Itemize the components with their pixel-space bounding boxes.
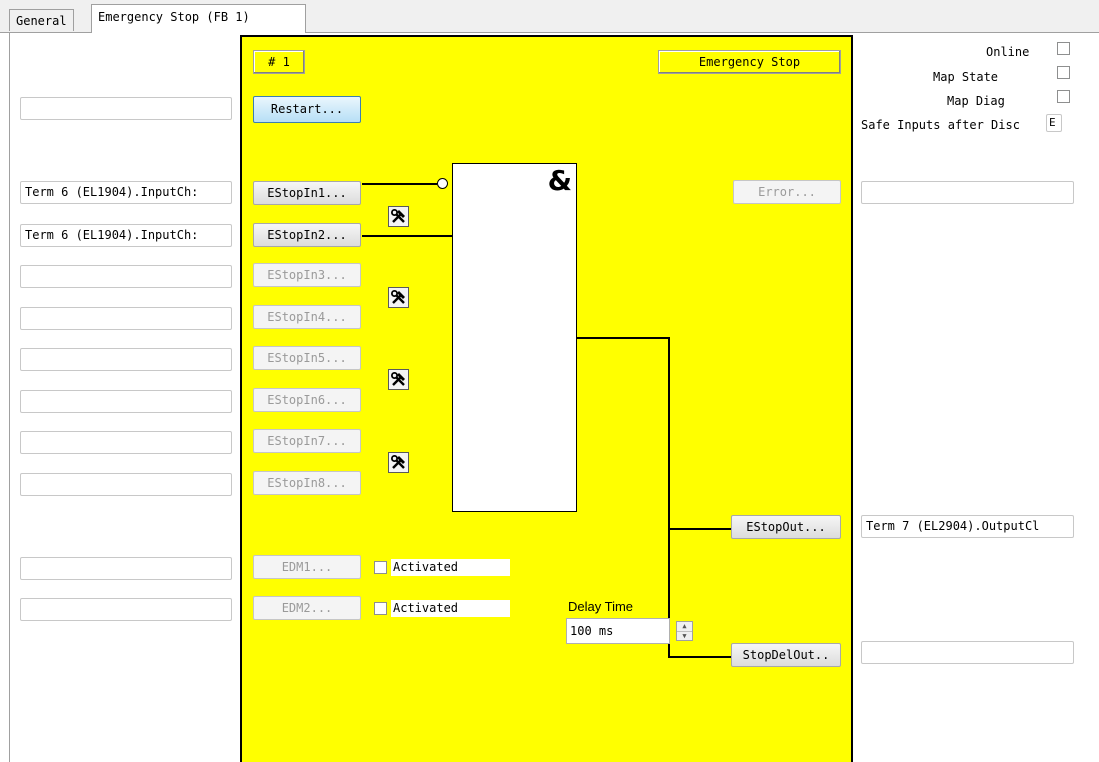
spin-down-icon[interactable]: ▼ [677,632,692,641]
estopin3-mapping-field[interactable] [20,265,232,288]
wire-stopdelout [668,656,731,658]
edm2-button[interactable]: EDM2... [253,596,361,620]
stopdelout-button[interactable]: StopDelOut.. [731,643,841,667]
negation-circle [437,178,448,189]
estopin8-button[interactable]: EStopIn8... [253,471,361,495]
safe-inputs-label: Safe Inputs after Disc [861,118,1020,132]
wire-estopin1 [362,183,437,185]
panel-left-border [9,33,10,762]
configure-pair-4-button[interactable] [388,452,409,473]
tab-bar: General Emergency Stop (FB 1) [0,0,1099,33]
estopin6-mapping-field[interactable] [20,390,232,413]
safe-inputs-select[interactable]: E [1046,114,1062,132]
hammer-wrench-icon [391,455,405,469]
edm2-mapping-field[interactable] [20,598,232,621]
error-mapping-field[interactable] [861,181,1074,204]
error-button[interactable]: Error... [733,180,841,204]
estopin5-button[interactable]: EStopIn5... [253,346,361,370]
estopin2-mapping-field[interactable]: Term 6 (EL1904).InputCh: [20,224,232,247]
wire-estopout [668,528,731,530]
delay-time-label: Delay Time [568,599,634,614]
edm2-activated-checkbox[interactable] [374,602,387,615]
edm1-button[interactable]: EDM1... [253,555,361,579]
map-state-checkbox[interactable] [1057,66,1070,79]
estopin4-button[interactable]: EStopIn4... [253,305,361,329]
configure-pair-2-button[interactable] [388,287,409,308]
edm1-mapping-field[interactable] [20,557,232,580]
configure-pair-3-button[interactable] [388,369,409,390]
wire-and-output [577,337,669,339]
map-diag-checkbox[interactable] [1057,90,1070,103]
map-state-label: Map State [933,70,999,84]
spin-up-icon[interactable]: ▲ [677,622,692,632]
edm1-activated-checkbox[interactable] [374,561,387,574]
wire-output-bus [668,337,670,657]
estopin8-mapping-field[interactable] [20,473,232,496]
block-title-label: Emergency Stop [658,50,841,74]
tab-emergency-stop[interactable]: Emergency Stop (FB 1) [91,4,306,33]
wire-estopin2 [362,235,452,237]
edm1-activated-label: Activated [391,559,510,576]
and-gate-symbol: & [547,164,572,197]
and-gate-block: & [452,163,577,512]
estopin3-button[interactable]: EStopIn3... [253,263,361,287]
stopdelout-mapping-field[interactable] [861,641,1074,664]
block-number-label: # 1 [253,50,305,74]
restart-button[interactable]: Restart... [253,96,361,123]
hammer-wrench-icon [391,209,405,223]
estopout-button[interactable]: EStopOut... [731,515,841,539]
online-checkbox[interactable] [1057,42,1070,55]
map-diag-label: Map Diag [947,94,1005,108]
delay-time-input[interactable]: 100 ms [566,618,670,644]
estopout-mapping-field[interactable]: Term 7 (EL2904).OutputCl [861,515,1074,538]
edm2-activated-label: Activated [391,600,510,617]
tab-general[interactable]: General [9,9,74,31]
estopin7-button[interactable]: EStopIn7... [253,429,361,453]
restart-mapping-field[interactable] [20,97,232,120]
estopin7-mapping-field[interactable] [20,431,232,454]
hammer-wrench-icon [391,290,405,304]
configure-pair-1-button[interactable] [388,206,409,227]
hammer-wrench-icon [391,372,405,386]
estopin4-mapping-field[interactable] [20,307,232,330]
estopin6-button[interactable]: EStopIn6... [253,388,361,412]
estopin5-mapping-field[interactable] [20,348,232,371]
online-label: Online [986,45,1030,59]
delay-time-spinner[interactable]: ▲ ▼ [676,621,693,641]
estopin1-button[interactable]: EStopIn1... [253,181,361,205]
estopin2-button[interactable]: EStopIn2... [253,223,361,247]
estopin1-mapping-field[interactable]: Term 6 (EL1904).InputCh: [20,181,232,204]
